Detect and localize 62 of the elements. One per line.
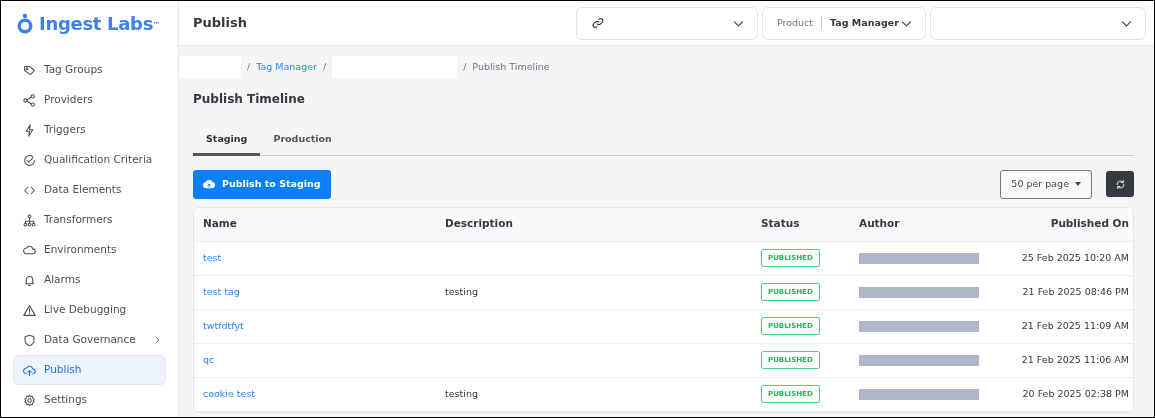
cloud-upload-icon bbox=[203, 178, 215, 191]
column-header: Name bbox=[194, 207, 436, 242]
sidebar-item[interactable]: Alarms bbox=[13, 265, 166, 295]
sidebar-item[interactable]: Environments bbox=[13, 235, 166, 265]
bell-icon bbox=[23, 273, 36, 287]
dropdown[interactable] bbox=[576, 6, 758, 40]
table-cell-text: 21 Feb 2025 11:09 AM bbox=[1021, 318, 1129, 333]
table-cell-text: testing bbox=[445, 284, 478, 299]
cloud-upload-icon bbox=[23, 363, 36, 377]
publish-button[interactable]: Publish to Staging bbox=[193, 170, 331, 199]
dropdown[interactable]: Product Tag Manager bbox=[762, 6, 926, 40]
breadcrumb-separator: / bbox=[322, 59, 327, 74]
tab[interactable]: Production bbox=[260, 126, 345, 157]
name-link[interactable]: test tag bbox=[203, 284, 240, 300]
logo-icon bbox=[15, 12, 35, 35]
sidebar-item[interactable]: Tag Groups bbox=[13, 55, 166, 85]
sidebar-item[interactable]: Settings bbox=[13, 385, 166, 415]
breadcrumb-current: Publish Timeline bbox=[472, 59, 550, 74]
name-link[interactable]: cookie test bbox=[203, 386, 256, 402]
table-cell-text: 25 Feb 2025 10:20 AM bbox=[1021, 250, 1129, 265]
name-link[interactable]: twtfdtfyt bbox=[203, 318, 244, 334]
caret-down-icon bbox=[1075, 182, 1081, 187]
page-size-dropdown[interactable]: 50 per page bbox=[1000, 170, 1092, 199]
header-title: Publish bbox=[193, 14, 247, 33]
table-cell-text: 20 Feb 2025 02:38 PM bbox=[1022, 386, 1129, 401]
dropdown-value: Tag Manager bbox=[829, 15, 899, 30]
tab[interactable]: Staging bbox=[193, 126, 261, 157]
tag-icon bbox=[23, 63, 36, 77]
breadcrumb-separator: / bbox=[247, 59, 251, 74]
check-circle-icon bbox=[23, 153, 36, 167]
table-cell-text: testing bbox=[445, 386, 478, 401]
column-header: Status bbox=[752, 207, 850, 242]
column-header: Author bbox=[850, 207, 988, 242]
hierarchy-icon bbox=[23, 213, 36, 227]
column-header: Description bbox=[436, 207, 752, 242]
refresh-icon bbox=[1114, 178, 1126, 190]
page-title: Publish Timeline bbox=[192, 91, 306, 108]
sidebar-item[interactable]: Providers bbox=[13, 85, 166, 115]
warning-icon bbox=[23, 303, 36, 317]
dropdown-label: Product bbox=[777, 15, 823, 31]
sidebar-item[interactable]: Transformers bbox=[13, 205, 166, 235]
shield-icon bbox=[23, 333, 36, 347]
breadcrumb-separator: / bbox=[463, 59, 467, 74]
table-cell-text: 21 Feb 2025 08:46 PM bbox=[1022, 284, 1129, 299]
refresh-button[interactable] bbox=[1106, 171, 1134, 198]
name-link[interactable]: test bbox=[203, 250, 222, 266]
sidebar-item[interactable]: Data Governance bbox=[13, 325, 166, 355]
sidebar-item[interactable]: Triggers bbox=[13, 115, 166, 145]
cloud-icon bbox=[23, 243, 36, 257]
share-icon bbox=[23, 93, 36, 107]
table-cell-text: 21 Feb 2025 11:06 AM bbox=[1021, 352, 1129, 367]
sidebar-item[interactable]: Data Elements bbox=[13, 175, 166, 205]
brand-name: Ingest Labs$^{™}$ bbox=[39, 12, 160, 36]
link-icon bbox=[591, 16, 605, 30]
lightning-icon bbox=[23, 123, 36, 137]
column-header: Published On bbox=[988, 207, 1133, 242]
sidebar-item[interactable]: Qualification Criteria bbox=[13, 145, 166, 175]
name-link[interactable]: qc bbox=[203, 352, 215, 368]
dropdown[interactable] bbox=[930, 6, 1146, 40]
sidebar-item[interactable]: Publish bbox=[13, 355, 166, 385]
sidebar-item[interactable]: Live Debugging bbox=[13, 295, 166, 325]
gear-icon bbox=[23, 393, 36, 407]
